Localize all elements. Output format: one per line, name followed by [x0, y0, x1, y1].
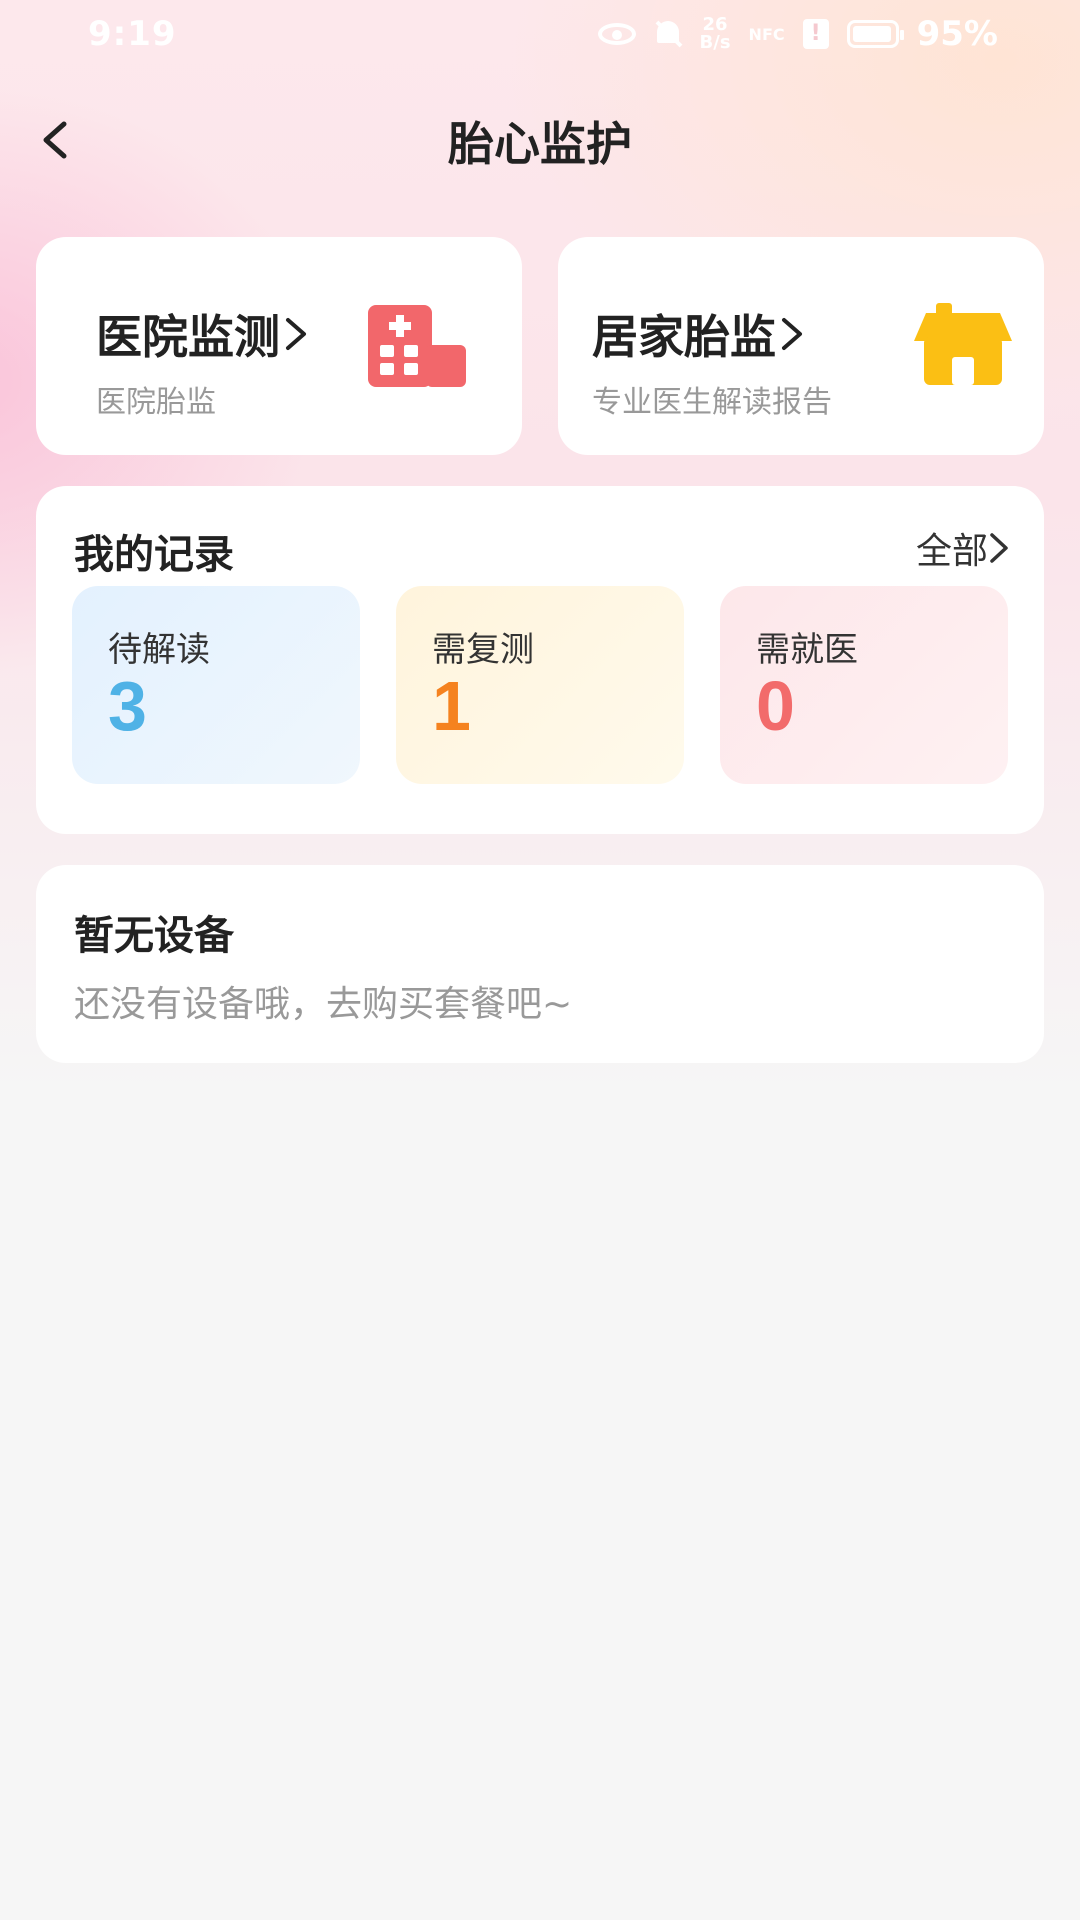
- chevron-right-icon: [990, 533, 1008, 563]
- stat-label: 需就医: [756, 630, 858, 670]
- chevron-right-icon: [286, 318, 306, 350]
- hospital-monitoring-label: 医院监测: [96, 310, 280, 364]
- network-speed: 26 B/s: [700, 16, 731, 52]
- net-speed-unit: B/s: [699, 32, 731, 53]
- my-records-card: 我的记录 全部 待解读 3 需复测 1 需就医 0: [36, 486, 1044, 834]
- stat-label: 待解读: [108, 630, 210, 670]
- view-all-records-link[interactable]: 全部: [916, 522, 1010, 574]
- stat-value: 0: [756, 667, 795, 745]
- needs-medical-visit-tile[interactable]: 需就医 0: [720, 586, 1008, 784]
- home-monitoring-label: 居家胎监: [592, 310, 776, 364]
- pending-interpretation-tile[interactable]: 待解读 3: [72, 586, 360, 784]
- house-icon: [914, 303, 1012, 385]
- view-all-label: 全部: [915, 531, 988, 572]
- bell-off-icon: [654, 19, 682, 49]
- device-title: 暂无设备: [74, 913, 234, 959]
- battery-icon: [846, 20, 904, 48]
- alert-icon: !: [802, 19, 829, 49]
- hospital-monitoring-subtitle: 医院胎监: [96, 385, 216, 420]
- records-title: 我的记录: [74, 532, 234, 578]
- needs-retest-tile[interactable]: 需复测 1: [396, 586, 684, 784]
- hospital-monitoring-card[interactable]: 医院监测 医院胎监: [36, 237, 522, 455]
- hospital-icon: [368, 305, 466, 387]
- stat-value: 1: [432, 667, 471, 745]
- home-monitoring-subtitle: 专业医生解读报告: [592, 385, 832, 420]
- home-monitoring-card[interactable]: 居家胎监 专业医生解读报告: [558, 237, 1044, 455]
- chevron-right-icon: [782, 318, 802, 350]
- status-icons: 26 B/s NFC ! 95%: [597, 14, 998, 54]
- eye-icon: [597, 23, 636, 45]
- no-device-card[interactable]: 暂无设备 还没有设备哦，去购买套餐吧~: [36, 865, 1044, 1063]
- status-bar: 9:19 26 B/s NFC ! 95%: [0, 0, 1080, 70]
- status-time: 9:19: [88, 14, 177, 54]
- stat-label: 需复测: [432, 630, 534, 670]
- home-monitoring-title: 居家胎监: [592, 301, 804, 367]
- page-title: 胎心监护: [448, 117, 632, 171]
- device-subtitle: 还没有设备哦，去购买套餐吧~: [74, 984, 573, 1025]
- battery-percentage: 95%: [916, 14, 998, 54]
- stat-value: 3: [108, 667, 147, 745]
- hospital-monitoring-title: 医院监测: [96, 301, 308, 367]
- nfc-icon: NFC: [748, 24, 785, 44]
- header: 胎心监护: [0, 100, 1080, 180]
